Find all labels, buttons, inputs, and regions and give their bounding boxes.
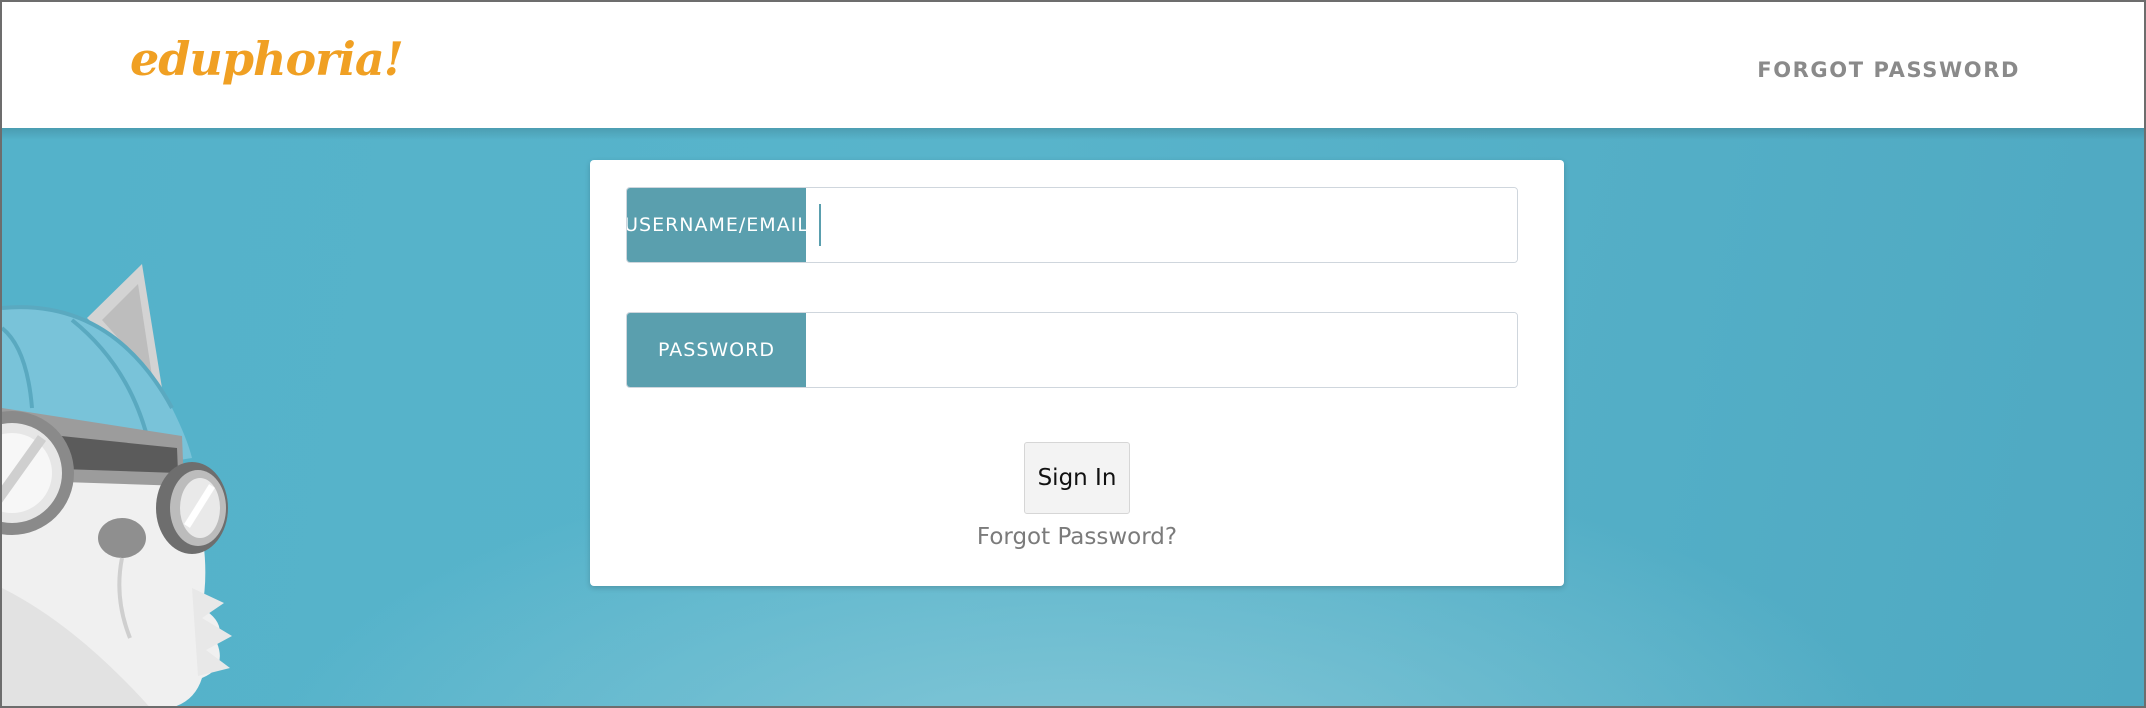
username-field-group: USERNAME/EMAIL <box>626 187 1518 263</box>
password-label: PASSWORD <box>627 313 806 387</box>
forgot-password-link[interactable]: Forgot Password? <box>590 524 1564 550</box>
password-input[interactable] <box>806 313 1517 387</box>
text-cursor <box>819 204 821 246</box>
password-field-group: PASSWORD <box>626 312 1518 388</box>
fox-mascot-icon <box>2 264 232 706</box>
page: eduphoria! FORGOT PASSWORD USERNAME/EMAI… <box>0 0 2146 708</box>
username-input[interactable] <box>806 188 1517 262</box>
header-forgot-password-link[interactable]: FORGOT PASSWORD <box>1757 58 2020 82</box>
sign-in-button[interactable]: Sign In <box>1024 442 1130 514</box>
login-card: USERNAME/EMAIL PASSWORD Sign In Forgot P… <box>590 160 1564 586</box>
top-navigation-bar: eduphoria! FORGOT PASSWORD <box>2 2 2144 128</box>
username-label: USERNAME/EMAIL <box>627 188 806 262</box>
eduphoria-logo[interactable]: eduphoria! <box>130 32 404 86</box>
